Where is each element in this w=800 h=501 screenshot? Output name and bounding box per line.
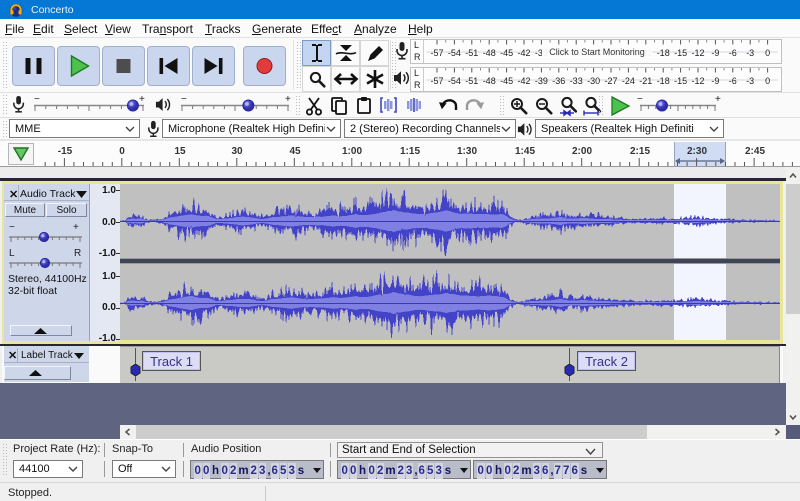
svg-text:2:45: 2:45 [745,146,765,157]
svg-text:-51: -51 [465,48,478,58]
svg-text:-45: -45 [500,76,513,86]
svg-text:L: L [9,248,15,259]
svg-text:1:00: 1:00 [342,146,362,157]
svg-text:2:15: 2:15 [630,146,650,157]
svg-text:1:30: 1:30 [457,146,477,157]
svg-text:15: 15 [174,146,186,157]
svg-text:-42: -42 [517,76,530,86]
svg-text:1:15: 1:15 [400,146,420,157]
svg-text:-3: -3 [746,76,754,86]
svg-text:R: R [74,248,81,259]
svg-text:+: + [73,222,79,233]
svg-text:2:30: 2:30 [687,146,707,157]
svg-text:-48: -48 [483,48,496,58]
svg-text:-21: -21 [639,76,652,86]
svg-text:30: 30 [231,146,243,157]
svg-text:-6: -6 [729,76,737,86]
svg-text:0: 0 [119,146,125,157]
svg-text:-3: -3 [746,48,754,58]
svg-text:1:45: 1:45 [515,146,535,157]
svg-text:45: 45 [289,146,301,157]
svg-text:-54: -54 [448,76,461,86]
svg-text:-30: -30 [587,76,600,86]
svg-text:-57: -57 [430,76,443,86]
svg-text:-48: -48 [483,76,496,86]
svg-text:-39: -39 [535,76,548,86]
svg-text:-42: -42 [517,48,530,58]
svg-text:-12: -12 [691,48,704,58]
svg-text:-54: -54 [448,48,461,58]
svg-text:-33: -33 [570,76,583,86]
svg-text:-12: -12 [691,76,704,86]
svg-text:2:00: 2:00 [572,146,592,157]
svg-text:-18: -18 [657,76,670,86]
svg-text:-45: -45 [500,48,513,58]
svg-text:-9: -9 [711,76,719,86]
svg-text:-15: -15 [58,146,73,157]
svg-text:−: − [181,94,187,105]
svg-text:−: − [637,94,643,105]
svg-text:-36: -36 [552,76,565,86]
svg-text:−: − [34,94,40,105]
svg-text:+: + [285,94,291,105]
svg-text:-24: -24 [622,76,635,86]
svg-text:-18: -18 [657,48,670,58]
svg-text:-27: -27 [604,76,617,86]
svg-text:-6: -6 [729,48,737,58]
svg-text:-57: -57 [430,48,443,58]
svg-text:0: 0 [765,48,770,58]
svg-text:+: + [715,94,721,105]
svg-text:-15: -15 [674,48,687,58]
svg-text:−: − [9,222,15,233]
svg-text:-9: -9 [711,48,719,58]
svg-text:Click to Start Monitoring: Click to Start Monitoring [549,47,645,57]
svg-text:-51: -51 [465,76,478,86]
svg-text:0: 0 [765,76,770,86]
svg-text:-15: -15 [674,76,687,86]
svg-text:+: + [139,94,145,105]
